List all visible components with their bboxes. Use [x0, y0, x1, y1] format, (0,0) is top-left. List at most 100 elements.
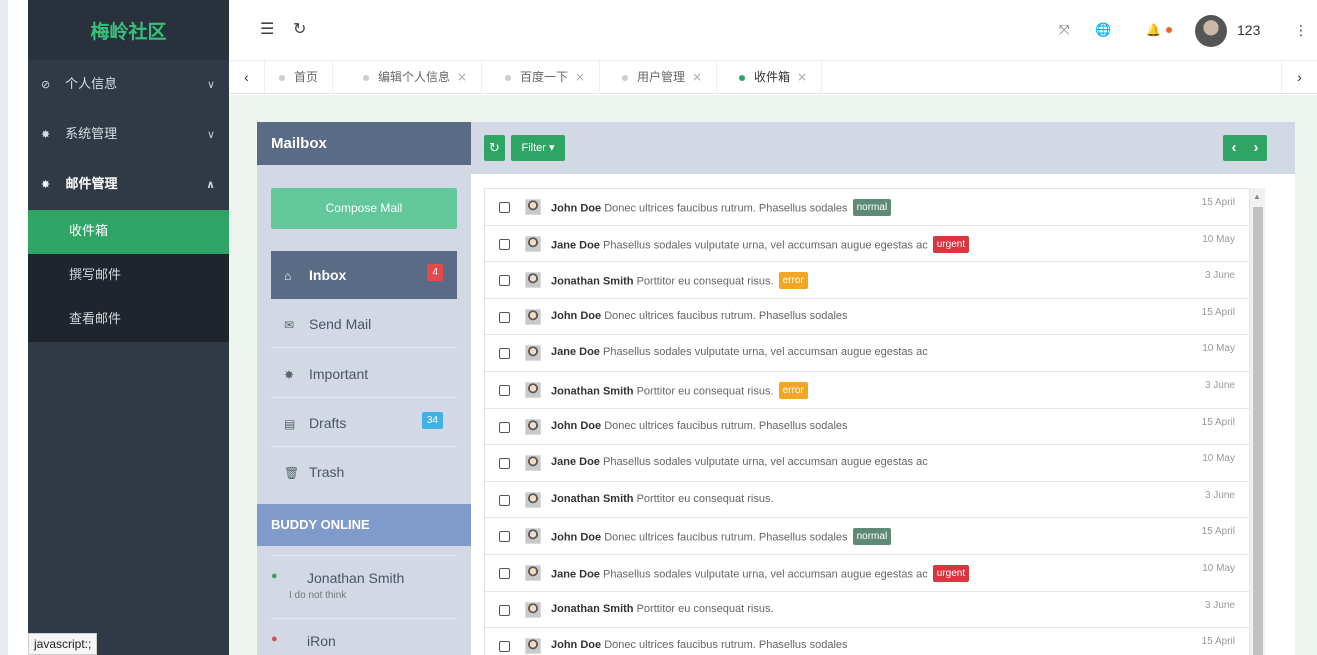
- folder-drafts[interactable]: ▤ Drafts 34: [271, 399, 457, 447]
- folder-important[interactable]: ✸ Important: [271, 350, 457, 398]
- mail-sender: John Doe: [551, 309, 602, 322]
- mail-subject: Phasellus sodales vulputate urna, vel ac…: [602, 568, 928, 581]
- menu-toggle-icon[interactable]: ☰: [260, 0, 274, 60]
- buddy-item[interactable]: ● Jonathan Smith I do not think: [271, 555, 457, 617]
- close-icon[interactable]: ×: [575, 70, 585, 84]
- folder-label: Trash: [309, 464, 345, 480]
- notification-dot: [1166, 27, 1172, 33]
- tab-scroll-left-icon[interactable]: ‹: [229, 61, 265, 93]
- menu-personal-info[interactable]: ⊘ 个人信息 ∨: [28, 60, 229, 110]
- close-icon[interactable]: ×: [797, 70, 807, 84]
- mail-row[interactable]: John Doe Donec ultrices faucibus rutrum.…: [485, 299, 1249, 336]
- mail-text: John Doe Donec ultrices faucibus rutrum.…: [551, 199, 892, 217]
- buddy-online-title: BUDDY ONLINE: [257, 504, 471, 546]
- more-icon[interactable]: ⋮: [1294, 0, 1308, 60]
- mail-subject: Donec ultrices faucibus rutrum. Phasellu…: [604, 309, 848, 322]
- mail-checkbox[interactable]: [499, 567, 510, 579]
- next-page-button[interactable]: ›: [1245, 135, 1267, 161]
- tab-edit-profile[interactable]: 编辑个人信息 ×: [349, 61, 483, 94]
- mail-checkbox[interactable]: [499, 348, 510, 360]
- prev-page-button[interactable]: ‹: [1223, 135, 1245, 161]
- sender-avatar: [525, 418, 541, 435]
- compose-mail-button[interactable]: Compose Mail: [271, 188, 457, 229]
- mail-row[interactable]: Jane Doe Phasellus sodales vulputate urn…: [485, 335, 1249, 372]
- mail-list: John Doe Donec ultrices faucibus rutrum.…: [484, 188, 1250, 655]
- mail-sender: Jonathan Smith: [551, 602, 634, 615]
- tab-scroll-right-icon[interactable]: ›: [1281, 61, 1317, 93]
- submenu-compose[interactable]: 撰写邮件: [28, 254, 229, 298]
- mail-checkbox[interactable]: [499, 421, 510, 433]
- mail-row[interactable]: Jonathan Smith Porttitor eu consequat ri…: [485, 592, 1249, 629]
- folder-send-mail[interactable]: ✉ Send Mail: [271, 300, 457, 348]
- sender-avatar: [525, 381, 541, 398]
- mailbox-title: Mailbox: [257, 122, 471, 165]
- mail-checkbox[interactable]: [499, 311, 510, 323]
- inbox-icon: ⌂: [284, 269, 292, 283]
- folder-trash[interactable]: 🗑 Trash: [271, 448, 457, 496]
- mail-checkbox[interactable]: [499, 384, 510, 396]
- scroll-up-icon[interactable]: ▲: [1253, 192, 1261, 201]
- mail-checkbox[interactable]: [499, 275, 510, 287]
- tab-inbox[interactable]: 收件箱 ×: [725, 61, 823, 94]
- mail-sender: Jane Doe: [551, 239, 600, 251]
- refresh-icon[interactable]: ↻: [293, 0, 306, 60]
- scrollbar[interactable]: ▲: [1250, 188, 1265, 655]
- chat-icon: ●: [271, 570, 278, 582]
- buddy-item[interactable]: ● iRon: [271, 618, 457, 655]
- mail-row[interactable]: Jane Doe Phasellus sodales vulputate urn…: [485, 226, 1249, 263]
- folder-label: Send Mail: [309, 316, 372, 332]
- mail-date: 15 April: [1201, 306, 1235, 318]
- mail-row[interactable]: John Doe Donec ultrices faucibus rutrum.…: [485, 189, 1249, 226]
- close-icon[interactable]: ×: [692, 70, 702, 84]
- mail-row[interactable]: Jane Doe Phasellus sodales vulputate urn…: [485, 445, 1249, 482]
- mail-label-badge: urgent: [932, 235, 970, 253]
- mail-date: 10 May: [1202, 453, 1235, 465]
- menu-label: 个人信息: [65, 77, 118, 92]
- mail-row[interactable]: Jonathan Smith Porttitor eu consequat ri…: [485, 262, 1249, 299]
- submenu-inbox[interactable]: 收件箱: [28, 210, 229, 254]
- mail-subject: Porttitor eu consequat risus.: [636, 385, 774, 398]
- mail-sender: Jane Doe: [551, 346, 600, 359]
- tab-home[interactable]: 首页: [265, 61, 334, 94]
- mail-text: Jane Doe Phasellus sodales vulputate urn…: [551, 346, 928, 358]
- mail-row[interactable]: John Doe Donec ultrices faucibus rutrum.…: [485, 518, 1249, 555]
- globe-icon[interactable]: 🌐: [1095, 0, 1111, 60]
- refresh-button[interactable]: ↻: [484, 135, 505, 161]
- folder-inbox[interactable]: ⌂ Inbox 4: [271, 251, 457, 299]
- mail-row[interactable]: John Doe Donec ultrices faucibus rutrum.…: [485, 628, 1249, 655]
- tab-dot-icon: [505, 74, 511, 81]
- avatar[interactable]: [1195, 15, 1227, 47]
- mail-checkbox[interactable]: [499, 494, 510, 506]
- mail-checkbox[interactable]: [499, 202, 510, 213]
- mail-text: Jane Doe Phasellus sodales vulputate urn…: [551, 235, 970, 254]
- mail-row[interactable]: Jane Doe Phasellus sodales vulputate urn…: [485, 555, 1249, 592]
- bell-icon[interactable]: 🔔: [1146, 0, 1161, 60]
- mail-checkbox[interactable]: [499, 531, 510, 543]
- tab-baidu[interactable]: 百度一下 ×: [491, 61, 601, 94]
- mail-row[interactable]: John Doe Donec ultrices faucibus rutrum.…: [485, 409, 1249, 446]
- tab-user-management[interactable]: 用户管理 ×: [608, 61, 718, 94]
- username[interactable]: 123: [1237, 0, 1260, 60]
- mail-row[interactable]: Jonathan Smith Porttitor eu consequat ri…: [485, 482, 1249, 519]
- mail-checkbox[interactable]: [499, 641, 510, 653]
- mailbox-sidebar: Mailbox Compose Mail ⌂ Inbox 4 ✉ Send Mail…: [257, 122, 471, 655]
- mail-checkbox[interactable]: [499, 604, 510, 616]
- mail-date: 3 June: [1204, 379, 1235, 391]
- mail-list-panel: ↻ Filter ▾ ‹ › John Doe Donec ultrices f…: [471, 122, 1295, 655]
- close-icon[interactable]: ×: [457, 70, 467, 84]
- mail-sender: Jane Doe: [551, 456, 600, 469]
- submenu-view-mail[interactable]: 查看邮件: [28, 298, 229, 342]
- mail-checkbox[interactable]: [499, 458, 510, 470]
- mail-date: 15 April: [1201, 636, 1235, 648]
- mail-row[interactable]: Jonathan Smith Porttitor eu consequat ri…: [485, 372, 1249, 409]
- chevron-up-icon: ∧: [206, 178, 215, 191]
- chevron-down-icon: ∨: [206, 128, 215, 141]
- mail-sender: John Doe: [551, 639, 602, 652]
- scroll-thumb[interactable]: [1253, 207, 1263, 655]
- filter-button[interactable]: Filter ▾: [511, 135, 565, 161]
- menu-system-management[interactable]: ✸ 系统管理 ∨: [28, 110, 229, 160]
- mail-checkbox[interactable]: [499, 238, 510, 250]
- chevron-down-icon: ∨: [206, 78, 215, 91]
- fullscreen-icon[interactable]: ⤧: [1059, 0, 1069, 60]
- menu-mail-management[interactable]: ✸ 邮件管理 ∧: [28, 160, 229, 210]
